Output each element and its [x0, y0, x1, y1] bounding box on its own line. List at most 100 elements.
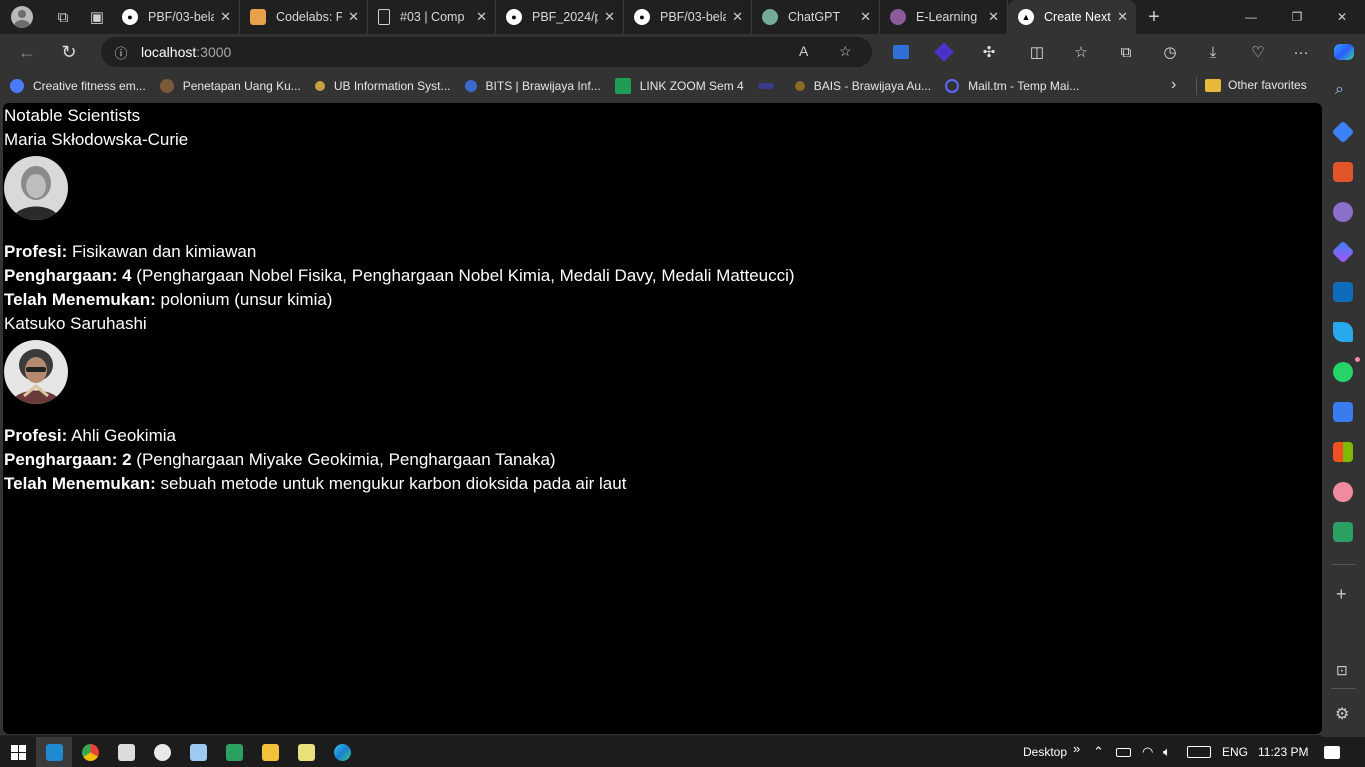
tab-bar: ⧉ ▣ ● PBF/03-bela ✕ Codelabs: Pe ✕ #03 |…: [0, 0, 1365, 34]
workspaces-icon[interactable]: ⧉: [44, 0, 82, 34]
meet-icon[interactable]: [1333, 522, 1353, 542]
search-icon[interactable]: ⌕: [1335, 81, 1344, 99]
edge-taskbar-button[interactable]: [324, 737, 360, 767]
discovered-value: polonium (unsur kimia): [160, 290, 333, 309]
close-window-button[interactable]: ✕: [1319, 0, 1365, 34]
close-icon[interactable]: ✕: [476, 9, 487, 25]
favorite-star-icon[interactable]: ☆: [839, 43, 852, 60]
extensions-puzzle-icon[interactable]: ✣: [977, 42, 1001, 62]
bookmark-icon: [464, 80, 477, 92]
app-taskbar-button[interactable]: [288, 737, 324, 767]
app-taskbar-button[interactable]: [108, 737, 144, 767]
chrome-taskbar-button[interactable]: [72, 737, 108, 767]
bookmark-6[interactable]: [757, 83, 783, 89]
bookmark-2[interactable]: Penetapan Uang Ku...: [159, 79, 301, 93]
hide-sidebar-icon[interactable]: ⊡: [1336, 662, 1348, 679]
desktop-toolbar[interactable]: Desktop »: [1023, 737, 1080, 767]
other-favorites[interactable]: Other favorites: [1205, 78, 1307, 92]
brain-icon[interactable]: [1333, 482, 1353, 502]
shopping-tag-icon[interactable]: [1331, 120, 1355, 144]
language-indicator[interactable]: ENG: [1222, 737, 1248, 767]
close-icon[interactable]: ✕: [732, 9, 743, 25]
tab-6[interactable]: ChatGPT ✕: [752, 0, 880, 34]
elearning-icon: [890, 9, 906, 25]
address-bar[interactable]: ⓘ localhost:3000 A ☆: [101, 37, 872, 67]
bookmark-7[interactable]: BAIS - Brawijaya Au...: [794, 79, 931, 93]
bookmark-5[interactable]: LINK ZOOM Sem 4: [614, 78, 744, 94]
vscode-taskbar-button[interactable]: [36, 737, 72, 767]
tab-2[interactable]: Codelabs: Pe ✕: [240, 0, 368, 34]
favorites-icon[interactable]: ☆: [1069, 42, 1093, 62]
app-taskbar-button[interactable]: [216, 737, 252, 767]
games-icon[interactable]: [1333, 202, 1353, 222]
awards-label: Penghargaan: 2: [4, 450, 132, 469]
wifi-icon[interactable]: ◠: [1142, 737, 1153, 767]
close-icon[interactable]: ✕: [604, 9, 615, 25]
tab-1[interactable]: ● PBF/03-bela ✕: [112, 0, 240, 34]
profile-button[interactable]: [0, 0, 44, 34]
edge-icon: [333, 743, 351, 761]
close-icon[interactable]: ✕: [1117, 9, 1128, 25]
app-taskbar-button[interactable]: [144, 737, 180, 767]
copilot-sidebar-icon[interactable]: [1331, 240, 1355, 264]
history-icon[interactable]: ◷: [1158, 42, 1182, 62]
notes-icon: [297, 743, 315, 761]
app-taskbar-button[interactable]: [180, 737, 216, 767]
telegram-icon[interactable]: [1333, 322, 1353, 342]
tab-5[interactable]: ● PBF/03-bela ✕: [624, 0, 752, 34]
copilot-icon[interactable]: [1332, 42, 1356, 62]
translate-icon[interactable]: [889, 42, 913, 62]
tab-4[interactable]: ● PBF_2024/p ✕: [496, 0, 624, 34]
windows-logo-icon: [10, 744, 26, 760]
minimize-button[interactable]: —: [1228, 0, 1274, 34]
translate-sidebar-icon[interactable]: [1333, 402, 1353, 422]
extension-icon[interactable]: [932, 42, 956, 62]
explorer-taskbar-button[interactable]: [252, 737, 288, 767]
collections-icon[interactable]: ⧉: [1114, 42, 1138, 62]
microsoft-icon[interactable]: [1333, 442, 1353, 462]
tab-8-active[interactable]: ▲ Create Next ✕: [1008, 0, 1136, 34]
awards-row: Penghargaan: 4 (Penghargaan Nobel Fisika…: [4, 264, 1322, 288]
tab-7[interactable]: E-Learning ✕: [880, 0, 1008, 34]
tools-icon[interactable]: [1333, 162, 1353, 182]
bookmark-4[interactable]: BITS | Brawijaya Inf...: [464, 79, 601, 93]
settings-gear-icon[interactable]: ⚙: [1335, 704, 1349, 724]
windows-taskbar: Desktop » ⌃ ◠ 🔈︎ ENG 11:23 PM: [0, 737, 1365, 767]
battery-icon[interactable]: [1116, 737, 1131, 767]
edge-sidebar: ⌕ + ⊡ ⚙: [1322, 70, 1365, 737]
scientist-name: Katsuko Saruhashi: [4, 314, 147, 333]
vscode-icon: [45, 743, 63, 761]
outlook-icon[interactable]: [1333, 282, 1353, 302]
performance-icon[interactable]: ♡: [1246, 42, 1270, 62]
tray-overflow-chevron-icon[interactable]: ⌃: [1093, 737, 1104, 767]
document-icon: [378, 9, 390, 25]
site-info-icon[interactable]: ⓘ: [101, 43, 141, 62]
tab-3[interactable]: #03 | Comp ✕: [368, 0, 496, 34]
notifications-icon[interactable]: [1324, 737, 1340, 767]
bookmark-1[interactable]: Creative fitness em...: [10, 79, 146, 93]
downloads-icon[interactable]: ⤓: [1201, 42, 1225, 62]
notepad-icon: [117, 743, 135, 761]
read-aloud-icon[interactable]: A: [799, 43, 808, 59]
close-icon[interactable]: ✕: [220, 9, 231, 25]
close-icon[interactable]: ✕: [988, 9, 999, 25]
close-icon[interactable]: ✕: [348, 9, 359, 25]
keyboard-icon[interactable]: [1187, 737, 1211, 767]
volume-icon[interactable]: 🔈︎: [1163, 737, 1171, 767]
split-screen-icon[interactable]: ◫: [1025, 42, 1049, 62]
start-button[interactable]: [0, 737, 36, 767]
clock-time: 11:23 PM: [1258, 745, 1309, 759]
new-tab-button[interactable]: +: [1136, 0, 1172, 34]
close-icon[interactable]: ✕: [860, 9, 871, 25]
bookmark-3[interactable]: UB Information Syst...: [314, 79, 451, 93]
more-menu-icon[interactable]: ···: [1289, 42, 1313, 62]
clock[interactable]: 11:23 PM: [1258, 737, 1308, 767]
bookmark-8[interactable]: Mail.tm - Temp Mai...: [945, 79, 1079, 93]
whatsapp-icon[interactable]: [1333, 362, 1353, 382]
tab-actions-icon[interactable]: ▣: [82, 0, 112, 34]
refresh-button[interactable]: ↻: [48, 34, 90, 70]
bookmarks-overflow-chevron-icon[interactable]: ›: [1171, 76, 1176, 94]
add-icon[interactable]: +: [1336, 584, 1347, 605]
restore-button[interactable]: ❐: [1274, 0, 1320, 34]
back-button[interactable]: ←: [6, 34, 48, 70]
